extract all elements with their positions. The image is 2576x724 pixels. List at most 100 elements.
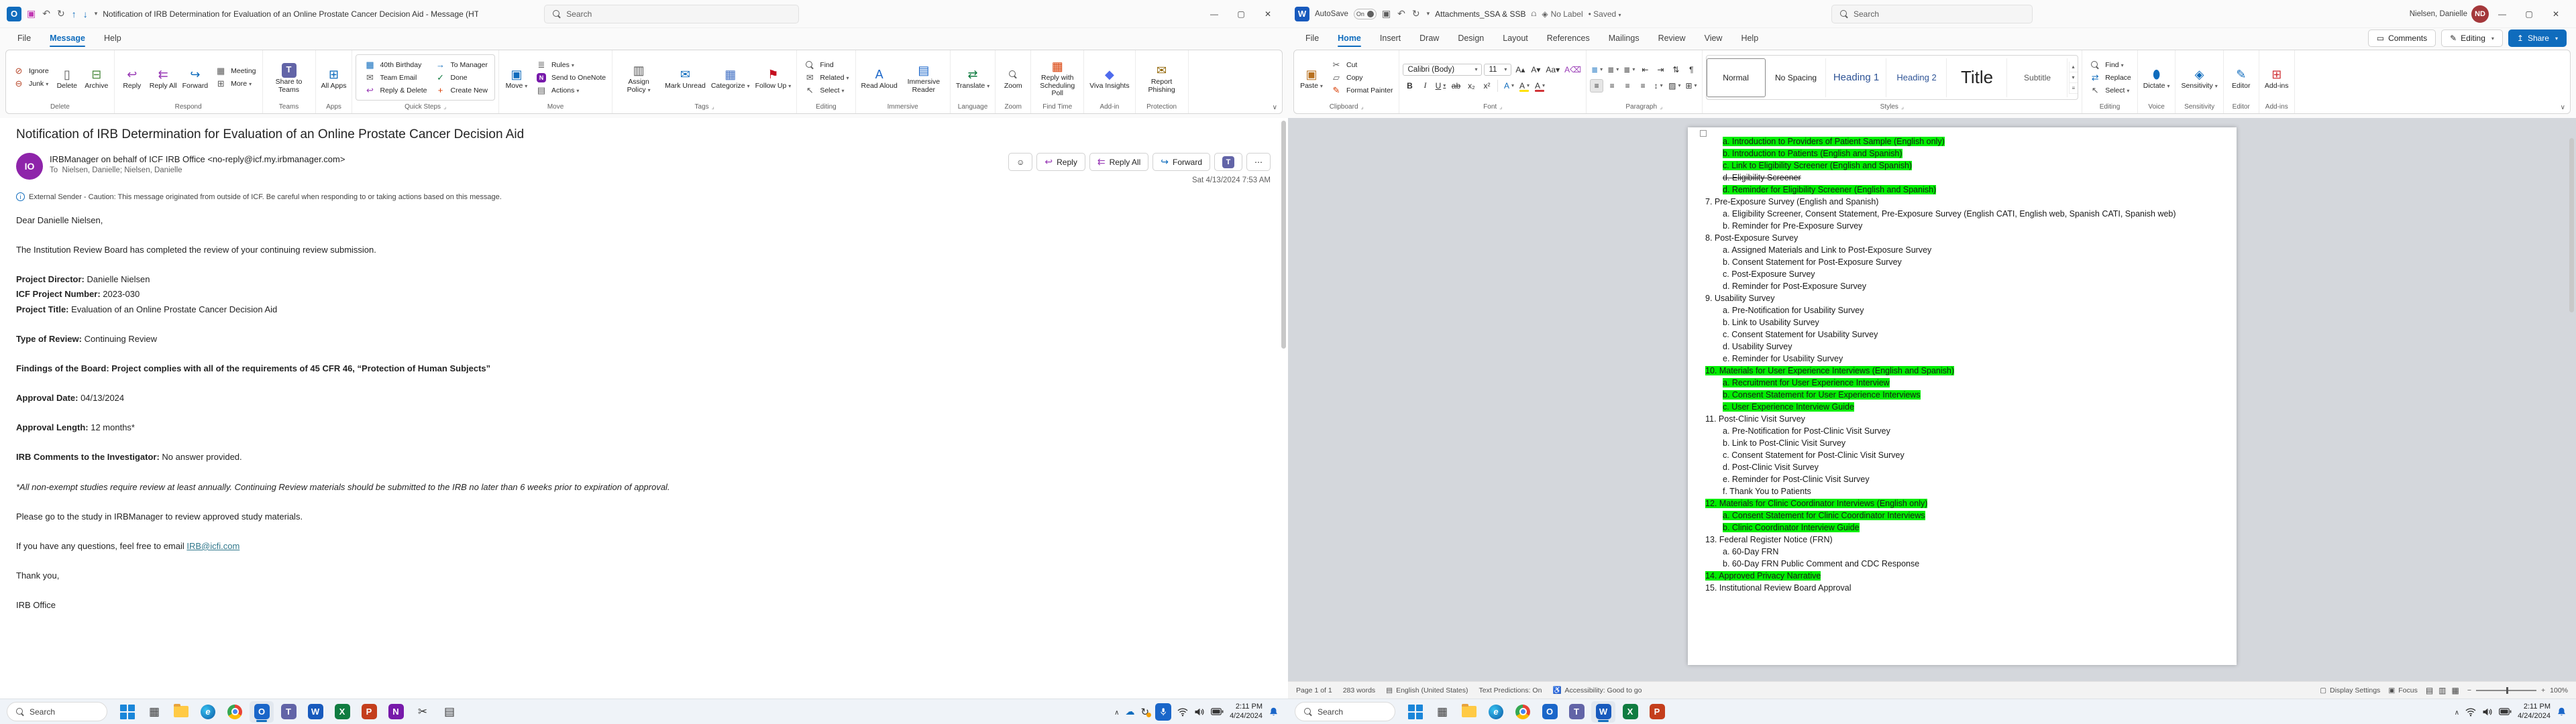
document-list-item[interactable]: a. Assigned Materials and Link to Post-E…: [1705, 244, 2219, 256]
clear-formatting-button[interactable]: A⌫: [1563, 63, 1582, 76]
chrome-browser-icon[interactable]: [223, 701, 247, 723]
line-spacing-button[interactable]: ↕▾: [1652, 79, 1665, 93]
document-list-item[interactable]: d. Post-Clinic Visit Survey: [1705, 461, 2219, 473]
tab-references[interactable]: References: [1539, 31, 1598, 46]
document-list-item[interactable]: a. Introduction to Providers of Patient …: [1705, 135, 2219, 147]
document-list-item[interactable]: d. Eligibility Screener: [1705, 172, 2219, 184]
report-phishing-button[interactable]: ✉Report Phishing: [1139, 60, 1185, 96]
document-list-item[interactable]: f. Thank You to Patients: [1705, 485, 2219, 497]
quickstep-team-email[interactable]: ✉Team Email: [360, 72, 429, 84]
powerpoint-app-icon[interactable]: P: [357, 701, 381, 723]
read-aloud-button[interactable]: ARead Aloud: [859, 64, 900, 92]
next-item-icon[interactable]: ↓: [83, 9, 88, 19]
align-center-button[interactable]: ≡: [1605, 79, 1619, 93]
share-to-teams-button[interactable]: TShare to Teams: [266, 60, 312, 96]
wifi-icon[interactable]: [1177, 707, 1188, 717]
sort-button[interactable]: ⇅: [1669, 63, 1682, 76]
zoom-in-icon[interactable]: +: [2541, 686, 2545, 695]
autosave-toggle[interactable]: On: [1354, 9, 1377, 19]
document-list-item[interactable]: c. Consent Statement for Usability Surve…: [1705, 328, 2219, 341]
ignore-button[interactable]: ⊘Ignore: [9, 65, 52, 77]
status-text-predictions-on[interactable]: Text Predictions: On: [1479, 686, 1542, 695]
align-left-button[interactable]: ≡: [1590, 79, 1603, 93]
word-app-icon[interactable]: W: [1591, 701, 1615, 723]
redo-icon[interactable]: ↻: [1412, 8, 1420, 19]
sender-name[interactable]: IRBManager on behalf of ICF IRB Office <…: [50, 154, 345, 164]
select-button[interactable]: ↖Select▾: [800, 84, 851, 97]
close-button[interactable]: ✕: [1254, 3, 1281, 25]
reply-button[interactable]: ↩Reply: [1036, 153, 1085, 171]
maximize-button[interactable]: ▢: [1228, 3, 1254, 25]
document-list-item[interactable]: b. Link to Usability Survey: [1705, 316, 2219, 328]
style-heading-1[interactable]: Heading 1: [1827, 58, 1886, 97]
document-list-item[interactable]: 10. Materials for User Experience Interv…: [1705, 365, 2219, 377]
taskbar-search-box[interactable]: Search: [1295, 702, 1395, 721]
decrease-font-size-button[interactable]: A▾: [1529, 63, 1542, 76]
redo-icon[interactable]: ↻: [57, 8, 65, 19]
emoji-reaction-button[interactable]: ☺: [1008, 153, 1032, 171]
decrease-indent-button[interactable]: ⇤: [1638, 63, 1652, 76]
quickstep-40th-birthday[interactable]: ▦40th Birthday: [360, 59, 429, 71]
style-normal[interactable]: Normal: [1707, 58, 1766, 97]
zoom-button[interactable]: Zoom: [999, 64, 1027, 92]
reply-with-scheduling-poll-button[interactable]: ▦Reply with Scheduling Poll: [1034, 56, 1080, 99]
wifi-icon[interactable]: [2465, 707, 2476, 717]
document-list-item[interactable]: b. Introduction to Patients (English and…: [1705, 147, 2219, 160]
document-list-item[interactable]: 9. Usability Survey: [1705, 292, 2219, 304]
document-list-item[interactable]: c. Link to Eligibility Screener (English…: [1705, 160, 2219, 172]
translate-button[interactable]: ⇄Translate▾: [954, 64, 991, 92]
send-to-onenote-button[interactable]: NSend to OneNote: [532, 72, 608, 84]
move-button[interactable]: ▣Move▾: [502, 64, 531, 92]
document-list-item[interactable]: d. Reminder for Eligibility Screener (En…: [1705, 184, 2219, 196]
shading-button[interactable]: ▨▾: [1667, 79, 1682, 93]
document-list-item[interactable]: b. Link to Post-Clinic Visit Survey: [1705, 437, 2219, 449]
document-list-item[interactable]: e. Reminder for Usability Survey: [1705, 353, 2219, 365]
document-list-item[interactable]: d. Reminder for Post-Exposure Survey: [1705, 280, 2219, 292]
find-button[interactable]: Find: [800, 59, 851, 71]
customize-quick-access-icon[interactable]: ▾: [95, 10, 98, 17]
style-heading-2[interactable]: Heading 2: [1888, 58, 1947, 97]
microphone-in-use-icon[interactable]: [1155, 703, 1171, 721]
styles-gallery-scroll[interactable]: ▴▾≡: [2069, 62, 2078, 94]
font-color-button[interactable]: A▾: [1533, 79, 1546, 93]
minimize-button[interactable]: —: [2489, 3, 2516, 25]
status-accessibility-good-to-go[interactable]: ♿Accessibility: Good to go: [1552, 686, 1642, 695]
status-english-united-states-[interactable]: ▤English (United States): [1386, 686, 1468, 695]
underline-button[interactable]: U▾: [1434, 79, 1447, 93]
rules-button[interactable]: ≣Rules▾: [532, 59, 608, 71]
teams-app-icon[interactable]: T: [276, 701, 301, 723]
outlook-app-icon[interactable]: O: [1538, 701, 1562, 723]
tab-file[interactable]: File: [1297, 31, 1327, 46]
document-list-item[interactable]: a. Pre-Notification for Post-Clinic Visi…: [1705, 425, 2219, 437]
status-focus[interactable]: ▣Focus: [2388, 686, 2418, 695]
save-status[interactable]: • Saved ▾: [1589, 9, 1621, 19]
justify-button[interactable]: ≡: [1636, 79, 1650, 93]
tab-home[interactable]: Home: [1330, 31, 1369, 46]
viva-insights-button[interactable]: ◆Viva Insights: [1087, 64, 1131, 92]
add-ins-button[interactable]: ⊞Add-ins: [2263, 64, 2291, 92]
share-person-icon[interactable]: ⩍: [1532, 9, 1537, 19]
comments-button[interactable]: ▭ Comments: [2368, 29, 2436, 47]
change-case-button[interactable]: Aa▾: [1544, 63, 1561, 76]
document-list-item[interactable]: d. Usability Survey: [1705, 341, 2219, 353]
document-list-item[interactable]: a. Consent Statement for Clinic Coordina…: [1705, 509, 2219, 522]
zoom-slider[interactable]: [2476, 690, 2536, 691]
more-actions-button[interactable]: ⋯: [1246, 153, 1271, 171]
sensitivity-label-badge[interactable]: ◈ No Label: [1542, 9, 1582, 19]
forward-button[interactable]: ↪Forward: [1152, 153, 1210, 171]
word-search-box[interactable]: Search: [1831, 5, 2033, 23]
document-page[interactable]: a. Introduction to Providers of Patient …: [1688, 127, 2237, 665]
dialog-launcher-icon[interactable]: ⌟: [1361, 103, 1364, 111]
subscript-button[interactable]: x₂: [1464, 79, 1478, 93]
tab-help[interactable]: Help: [96, 31, 129, 46]
web-layout-icon[interactable]: ▦: [2452, 686, 2459, 695]
strikethrough-button[interactable]: ab: [1449, 79, 1462, 93]
reply-all-button[interactable]: ⇇Reply All: [148, 64, 179, 92]
tray-chevron-icon[interactable]: ∧: [2455, 707, 2459, 717]
reply-all-button[interactable]: ⇇Reply All: [1089, 153, 1148, 171]
collapse-ribbon-icon[interactable]: ∨: [2561, 104, 2565, 111]
outlook-app-icon[interactable]: O: [250, 701, 274, 723]
dictate-button[interactable]: ⬮Dictate▾: [2141, 64, 2172, 92]
volume-icon[interactable]: [2482, 707, 2493, 717]
document-list-item[interactable]: 12. Materials for Clinic Coordinator Int…: [1705, 497, 2219, 509]
